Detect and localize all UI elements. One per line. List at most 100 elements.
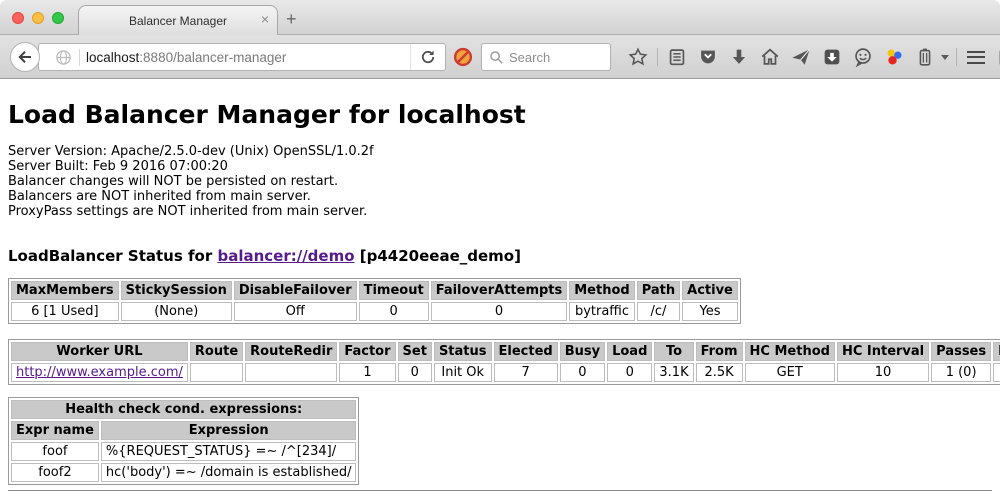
table-cell: 3.1K xyxy=(654,363,693,382)
table-cell: (None) xyxy=(121,302,232,321)
tab-bar: Balancer Manager × + xyxy=(0,0,1000,35)
column-header: RouteRedir xyxy=(245,342,337,361)
navigation-toolbar: localhost:8880/balancer-manager Search xyxy=(0,35,1000,79)
table-cell: 10 xyxy=(837,363,929,382)
reload-button[interactable] xyxy=(410,44,445,70)
column-header: Active xyxy=(682,281,738,300)
video-download-icon[interactable] xyxy=(820,45,844,69)
table-cell: 0 xyxy=(359,302,429,321)
table-header-row: Worker URL Route RouteRedir Factor Set S… xyxy=(11,342,1000,361)
column-header: Busy xyxy=(560,342,605,361)
column-header: Path xyxy=(637,281,680,300)
url-path: :8880/balancer-manager xyxy=(139,50,286,65)
column-header: StickySession xyxy=(121,281,232,300)
table-cell: 0 xyxy=(607,363,652,382)
page-content: Load Balancer Manager for localhost Serv… xyxy=(0,100,1000,491)
column-header: DisableFailover xyxy=(234,281,357,300)
send-tab-icon[interactable] xyxy=(789,45,813,69)
close-window-button[interactable] xyxy=(12,12,24,24)
table-cell: Off xyxy=(234,302,357,321)
loadbalancer-status-heading: LoadBalancer Status for balancer://demo … xyxy=(8,247,992,265)
table-cell: Init Ok xyxy=(434,363,492,382)
tab-close-icon[interactable]: × xyxy=(261,12,269,26)
downloads-icon[interactable] xyxy=(727,45,751,69)
zoom-window-button[interactable] xyxy=(52,12,64,24)
table-row: foof %{REQUEST_STATUS} =~ /^[234]/ xyxy=(11,442,356,461)
table-row: foof2 hc('body') =~ /domain is establish… xyxy=(11,463,356,482)
traffic-lights xyxy=(12,12,64,24)
search-input[interactable]: Search xyxy=(481,43,611,71)
expression-cell: hc('body') =~ /domain is established/ xyxy=(101,463,357,482)
table-cell: 0 xyxy=(398,363,432,382)
health-table-title: Health check cond. expressions: xyxy=(11,400,356,419)
worker-status-table: Worker URL Route RouteRedir Factor Set S… xyxy=(8,339,1000,385)
column-header: To xyxy=(654,342,693,361)
expression-cell: %{REQUEST_STATUS} =~ /^[234]/ xyxy=(101,442,357,461)
bookmark-star-icon[interactable] xyxy=(626,45,650,69)
container-battery-icon[interactable] xyxy=(913,45,937,69)
column-header: Worker URL xyxy=(11,342,188,361)
column-header: Expression xyxy=(101,421,357,440)
tile-grid-icon[interactable] xyxy=(995,45,1000,69)
table-header-row: Expr name Expression xyxy=(11,421,356,440)
table-cell xyxy=(245,363,337,382)
table-cell: GET xyxy=(745,363,835,382)
column-header: Status xyxy=(434,342,492,361)
status-heading-suffix: [p4420eeae_demo] xyxy=(355,247,521,265)
column-header: Timeout xyxy=(359,281,429,300)
expr-name-cell: foof xyxy=(11,442,99,461)
minimize-window-button[interactable] xyxy=(32,12,44,24)
back-arrow-icon xyxy=(16,48,34,66)
worker-url-cell: http://www.example.com/ xyxy=(11,363,188,382)
notice-line: Balancer changes will NOT be persisted o… xyxy=(8,174,992,189)
menu-hamburger-icon[interactable] xyxy=(964,45,988,69)
reload-icon xyxy=(420,49,436,65)
bookmarks-sidebar-icon[interactable] xyxy=(665,45,689,69)
notice-line: Balancers are NOT inherited from main se… xyxy=(8,189,992,204)
chat-smiley-icon[interactable] xyxy=(851,45,875,69)
column-header: Method xyxy=(569,281,634,300)
table-header-row: MaxMembers StickySession DisableFailover… xyxy=(11,281,738,300)
pocket-icon[interactable] xyxy=(696,45,720,69)
table-cell: 6 [1 Used] xyxy=(11,302,119,321)
column-header: Expr name xyxy=(11,421,99,440)
column-header: MaxMembers xyxy=(11,281,119,300)
table-cell: bytraffic xyxy=(569,302,634,321)
column-header: HC Interval xyxy=(837,342,929,361)
home-icon[interactable] xyxy=(758,45,782,69)
balancer-demo-link[interactable]: balancer://demo xyxy=(217,247,354,265)
table-cell: 2 (0) xyxy=(993,363,1000,382)
column-header: HC Method xyxy=(745,342,835,361)
new-tab-button[interactable]: + xyxy=(286,10,297,28)
health-check-table: Health check cond. expressions: Expr nam… xyxy=(8,397,359,485)
column-header: Elected xyxy=(494,342,558,361)
column-header: Factor xyxy=(339,342,395,361)
back-button[interactable] xyxy=(10,42,40,72)
column-header: FailoverAttempts xyxy=(431,281,568,300)
toolbar-icons xyxy=(626,35,1000,79)
url-domain: localhost xyxy=(86,50,139,65)
url-bar[interactable]: localhost:8880/balancer-manager xyxy=(38,43,446,71)
color-dots-extension-icon[interactable] xyxy=(882,45,906,69)
globe-icon xyxy=(55,49,80,66)
server-built-line: Server Built: Feb 9 2016 07:00:20 xyxy=(8,159,992,174)
table-cell: 1 xyxy=(339,363,395,382)
expr-name-cell: foof2 xyxy=(11,463,99,482)
search-icon xyxy=(489,50,504,65)
chevron-down-icon[interactable] xyxy=(941,55,949,60)
server-info: Server Version: Apache/2.5.0-dev (Unix) … xyxy=(8,144,992,219)
notice-line: ProxyPass settings are NOT inherited fro… xyxy=(8,204,992,219)
url-text: localhost:8880/balancer-manager xyxy=(86,50,410,65)
tab-title: Balancer Manager xyxy=(129,14,227,28)
tab-balancer-manager[interactable]: Balancer Manager × xyxy=(78,5,278,36)
worker-url-link[interactable]: http://www.example.com/ xyxy=(16,365,183,380)
column-header: From xyxy=(696,342,743,361)
plugin-block-icon[interactable] xyxy=(452,46,474,73)
page-title: Load Balancer Manager for localhost xyxy=(8,100,992,129)
table-row: 6 [1 Used] (None) Off 0 0 bytraffic /c/ … xyxy=(11,302,738,321)
toolbar-separator xyxy=(657,48,658,66)
column-header: Set xyxy=(398,342,432,361)
column-header: Fails xyxy=(993,342,1000,361)
table-cell: 0 xyxy=(431,302,568,321)
status-heading-prefix: LoadBalancer Status for xyxy=(8,247,217,265)
